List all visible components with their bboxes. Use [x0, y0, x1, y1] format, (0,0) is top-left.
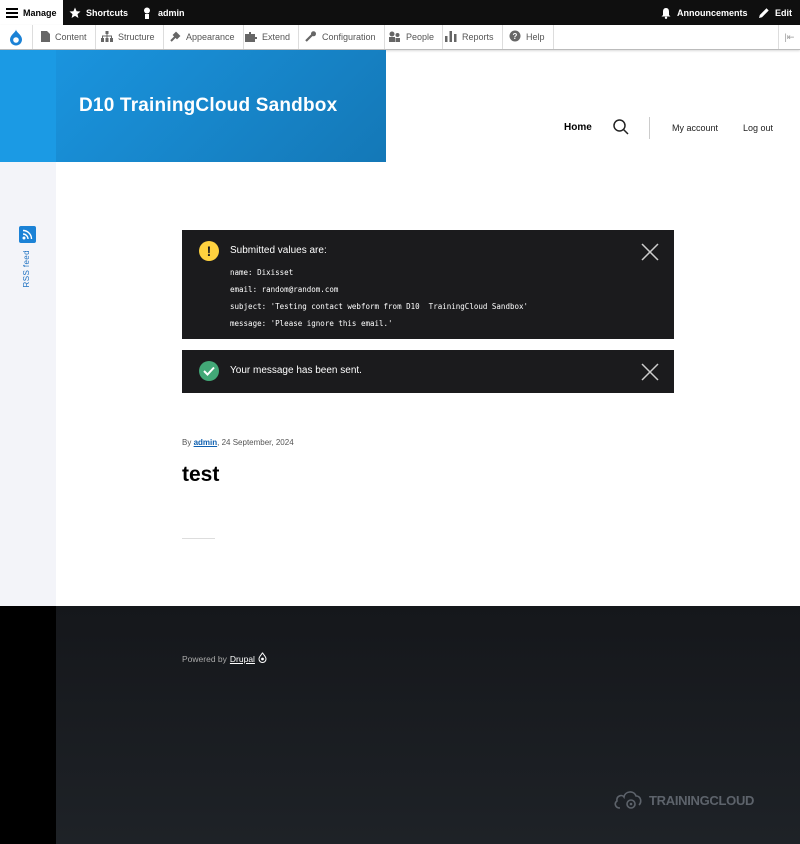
edit-button[interactable]: Edit [758, 0, 792, 25]
collapse-icon: |⇤ [784, 31, 795, 42]
tray-orientation-toggle[interactable]: |⇤ [778, 25, 800, 49]
byline-prefix: By [182, 438, 192, 447]
cloud-icon [613, 788, 643, 813]
site-branding: D10 TrainingCloud Sandbox [56, 50, 386, 162]
sitemap-icon [101, 30, 113, 44]
user-icon [141, 7, 153, 19]
tray-item-structure[interactable]: Structure [93, 25, 164, 49]
list-item: name: Dixisset [230, 268, 294, 277]
post-date: , 24 September, 2024 [217, 438, 294, 447]
footer: Powered by Drupal TRAININGCLOUD [56, 606, 800, 844]
nav-home-link[interactable]: Home [564, 122, 592, 133]
tray-item-configuration[interactable]: Configuration [297, 25, 385, 49]
site-name-link[interactable]: D10 TrainingCloud Sandbox [79, 95, 337, 117]
tray-item-extend[interactable]: Extend [237, 25, 300, 49]
author-link[interactable]: admin [194, 438, 218, 447]
user-label: admin [158, 7, 185, 18]
tray-item-content[interactable]: Content [33, 25, 96, 49]
check-icon [199, 361, 219, 381]
divider [182, 538, 215, 539]
trainingcloud-wordmark: TRAININGCLOUD [649, 793, 755, 808]
search-icon[interactable] [613, 119, 629, 135]
manage-button[interactable]: Manage [0, 0, 63, 25]
user-button[interactable]: admin [141, 0, 185, 25]
hamburger-icon [6, 7, 18, 18]
tray-item-label: Reports [462, 32, 494, 42]
announcements-button[interactable]: Announcements [660, 0, 748, 25]
wrench-icon [170, 31, 181, 44]
status-message: Your message has been sent. [182, 350, 674, 393]
my-account-link[interactable]: My account [672, 123, 718, 133]
tray-item-label: Content [55, 32, 87, 42]
wrench-icon [305, 30, 317, 44]
rss-feed-link[interactable]: RSS feed [22, 250, 31, 287]
message-title: Your message has been sent. [230, 365, 362, 376]
bar-chart-icon [445, 30, 457, 44]
file-icon [41, 30, 50, 44]
help-icon: ? [509, 30, 521, 44]
close-icon[interactable] [641, 363, 659, 381]
drupal-home-icon[interactable] [0, 25, 33, 49]
message-title: Submitted values are: [230, 245, 327, 256]
admin-toolbar: Manage Shortcuts admin Announcements Edi… [0, 0, 800, 25]
log-out-link[interactable]: Log out [743, 123, 773, 133]
tray-item-label: Configuration [322, 32, 376, 42]
tray-item-label: Extend [262, 32, 291, 42]
trainingcloud-logo: TRAININGCLOUD [613, 788, 754, 813]
manage-label: Manage [23, 7, 57, 18]
list-item: message: 'Please ignore this email.' [230, 319, 393, 328]
powered-by-label: Powered by [182, 653, 227, 664]
rss-icon[interactable] [19, 226, 36, 243]
submitted-values-list: name: Dixisset email: random@random.com … [230, 264, 528, 332]
tray-item-reports[interactable]: Reports [437, 25, 503, 49]
warning-icon: ! [199, 241, 219, 261]
footer-gutter [0, 606, 56, 844]
drupal-link[interactable]: Drupal [230, 654, 255, 664]
warning-message: ! Submitted values are: name: Dixisset e… [182, 230, 674, 339]
svg-text:?: ? [513, 32, 518, 41]
tray-item-people[interactable]: People [380, 25, 444, 49]
shortcuts-label: Shortcuts [86, 7, 129, 18]
list-item: subject: 'Testing contact webform from D… [230, 302, 529, 311]
tray-item-label: Structure [118, 32, 155, 42]
page-title: test [182, 463, 220, 486]
byline: By admin, 24 September, 2024 [182, 438, 294, 447]
edit-label: Edit [775, 7, 792, 18]
people-icon [388, 31, 401, 44]
bell-icon [660, 7, 672, 19]
header-gutter [0, 50, 56, 162]
list-item: email: random@random.com [230, 285, 339, 294]
shortcuts-button[interactable]: Shortcuts [69, 0, 128, 25]
tray-item-label: People [406, 32, 435, 42]
admin-tray: Content Structure Appearance Extend Conf… [0, 25, 800, 50]
powered-by: Powered by Drupal [182, 652, 267, 665]
puzzle-icon [245, 31, 257, 44]
close-icon[interactable] [641, 243, 659, 261]
announcements-label: Announcements [677, 7, 748, 18]
tray-item-label: Help [526, 32, 545, 42]
tray-item-label: Appearance [186, 32, 235, 42]
star-icon [69, 7, 81, 19]
nav-divider [649, 117, 650, 139]
tray-item-help[interactable]: ? Help [501, 25, 554, 49]
pencil-icon [758, 7, 770, 19]
drupal-drop-icon [258, 652, 267, 665]
tray-item-appearance[interactable]: Appearance [162, 25, 244, 49]
